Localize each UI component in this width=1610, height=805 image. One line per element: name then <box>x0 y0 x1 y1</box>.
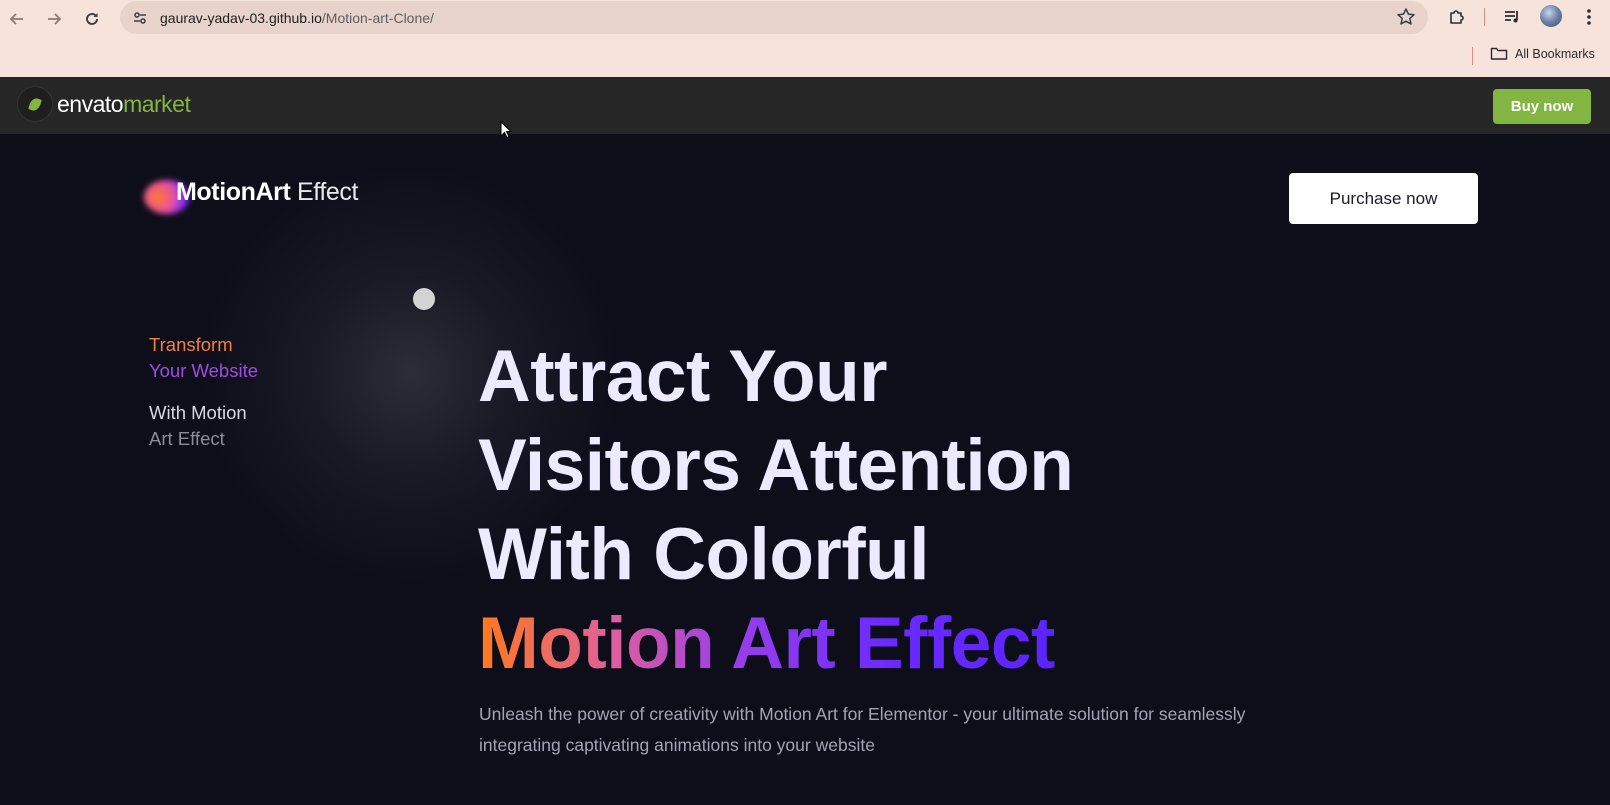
side-line-1: Transform <box>149 334 233 355</box>
side-line-4: Art Effect <box>149 428 225 449</box>
custom-cursor-dot <box>413 288 435 310</box>
forward-arrow-icon[interactable] <box>41 6 67 32</box>
url-text: gaurav-yadav-03.github.io/Motion-art-Clo… <box>160 10 434 26</box>
url-host: gaurav-yadav-03.github.io <box>160 10 322 26</box>
address-bar[interactable]: gaurav-yadav-03.github.io/Motion-art-Clo… <box>120 1 1428 34</box>
side-line-3: With Motion <box>149 402 247 423</box>
logo-light: Effect <box>290 178 359 206</box>
headline-line-1: Attract Your <box>478 336 888 417</box>
puzzle-icon[interactable] <box>1445 5 1469 29</box>
mouse-pointer-icon <box>500 121 512 139</box>
motionart-logo[interactable]: MotionArt Effect <box>144 178 358 214</box>
motionart-logo-text: MotionArt Effect <box>146 178 358 207</box>
hero-headline: Attract Your Visitors Attention With Col… <box>478 332 1074 688</box>
envato-leaf-icon <box>18 87 52 121</box>
envato-logo-word: envato <box>57 90 124 117</box>
hero-section: MotionArt Effect Purchase now Transform … <box>0 134 1610 805</box>
buy-now-button[interactable]: Buy now <box>1493 89 1591 124</box>
all-bookmarks-label: All Bookmarks <box>1515 46 1595 61</box>
side-line-2: Your Website <box>149 360 259 381</box>
back-arrow-icon[interactable] <box>4 6 30 32</box>
kebab-menu-icon[interactable] <box>1577 5 1601 29</box>
envato-market-logo[interactable]: envato market <box>18 87 191 121</box>
envato-market-bar: envato market Buy now <box>0 77 1610 134</box>
browser-toolbar: gaurav-yadav-03.github.io/Motion-art-Clo… <box>0 0 1610 77</box>
logo-bold: MotionArt <box>176 178 291 206</box>
bookmarks-divider <box>1472 47 1473 65</box>
playlist-icon[interactable] <box>1500 5 1524 29</box>
headline-gradient-line: Motion Art Effect <box>478 599 1073 688</box>
hero-description: Unleash the power of creativity with Mot… <box>479 704 1246 755</box>
profile-avatar[interactable] <box>1540 5 1562 27</box>
folder-icon <box>1490 47 1508 60</box>
headline-line-2: Visitors Attention <box>478 425 1074 506</box>
envato-logo-market: market <box>123 90 191 117</box>
reload-icon[interactable] <box>79 6 105 32</box>
toolbar-divider <box>1484 8 1485 26</box>
tune-icon[interactable] <box>128 6 152 30</box>
star-icon[interactable] <box>1396 7 1418 29</box>
headline-line-3: With Colorful <box>478 514 930 595</box>
url-path: /Motion-art-Clone/ <box>321 10 434 26</box>
purchase-now-button[interactable]: Purchase now <box>1289 173 1478 224</box>
side-tagline: Transform Your Website With Motion Art E… <box>149 332 258 452</box>
all-bookmarks-button[interactable]: All Bookmarks <box>1490 46 1595 61</box>
